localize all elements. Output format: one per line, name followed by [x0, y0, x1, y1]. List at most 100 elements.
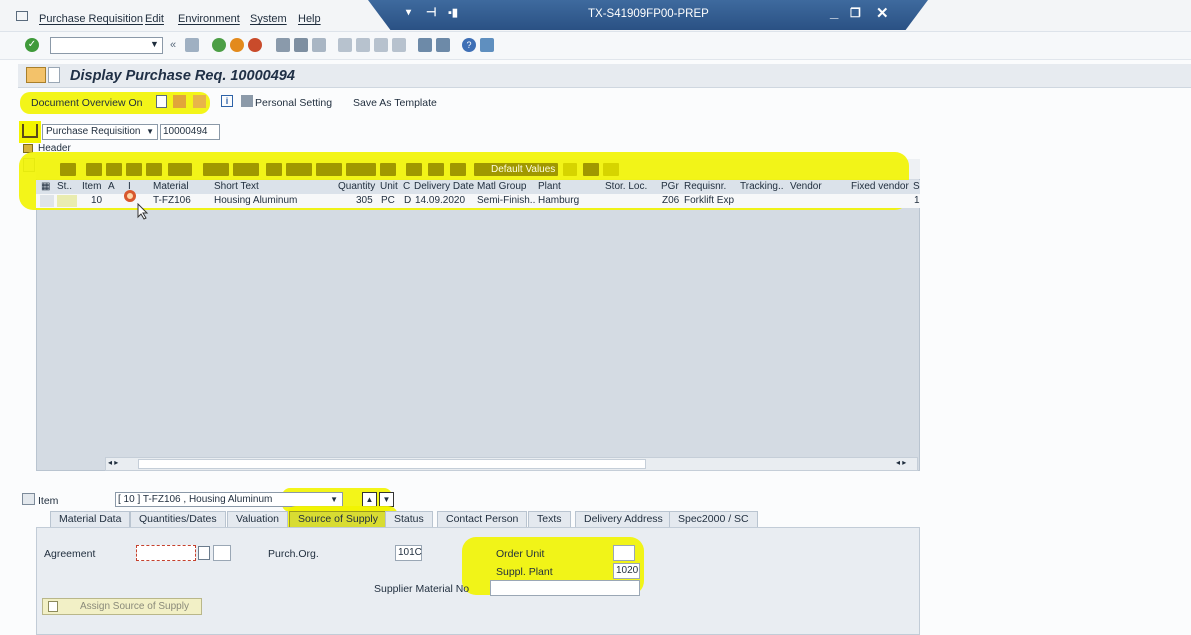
pin-icon[interactable]: ⊣ [426, 5, 436, 19]
close-icon[interactable]: ✕ [876, 4, 889, 22]
shortcut-icon[interactable] [436, 38, 450, 52]
personal-setting-button[interactable]: Personal Setting [255, 97, 332, 109]
minimize-icon[interactable]: _ [830, 4, 838, 21]
copy-icon[interactable] [406, 163, 422, 176]
dropdown-icon[interactable] [48, 67, 60, 83]
menu-edit[interactable]: Edit [145, 13, 164, 25]
menu-system[interactable]: System [250, 13, 287, 25]
col-pgr[interactable]: PGr [661, 181, 679, 192]
order-unit-field[interactable] [613, 545, 635, 561]
system-menu-icon[interactable] [16, 11, 28, 21]
find-next-icon[interactable] [312, 38, 326, 52]
tab-valuation[interactable]: Valuation [227, 511, 289, 528]
create-icon[interactable] [156, 95, 167, 108]
scrollbar-thumb[interactable] [138, 459, 646, 469]
supplier-material-field[interactable] [490, 580, 640, 596]
tab-spec2000[interactable]: Spec2000 / SC [669, 511, 758, 528]
previous-page-icon[interactable] [356, 38, 370, 52]
menu-purchase-requisition[interactable]: Purchase Requisition [39, 13, 143, 25]
document-number-field[interactable]: 10000494 [160, 124, 220, 140]
agreement-field[interactable] [136, 545, 196, 561]
col-delivery-date[interactable]: Delivery Date [414, 181, 474, 192]
view-icon[interactable] [286, 163, 312, 176]
tab-quantities-dates[interactable]: Quantities/Dates [130, 511, 226, 528]
next-page-icon[interactable] [374, 38, 388, 52]
tab-material-data[interactable]: Material Data [50, 511, 131, 528]
save-icon[interactable] [185, 38, 199, 52]
restore-icon[interactable]: ❐ [850, 6, 861, 20]
assign-source-button[interactable]: Assign Source of Supply [42, 598, 202, 615]
scroll-left-icon[interactable]: ◂ ▸ [108, 458, 118, 467]
print-grid-icon[interactable] [266, 163, 282, 176]
layout-icon[interactable] [346, 163, 376, 176]
print-icon[interactable] [276, 38, 290, 52]
item-select[interactable]: [ 10 ] T-FZ106 , Housing Aluminum ▼ [115, 492, 343, 507]
last-page-icon[interactable] [392, 38, 406, 52]
delete-row-icon[interactable] [450, 163, 466, 176]
tab-status[interactable]: Status [385, 511, 433, 528]
tab-source-of-supply[interactable]: Source of Supply [289, 511, 387, 528]
paste-icon[interactable] [428, 163, 444, 176]
select-all-icon[interactable]: ▦ [41, 181, 50, 192]
scroll-right-icon[interactable]: ◂ ▸ [896, 458, 906, 467]
new-session-icon[interactable] [418, 38, 432, 52]
tab-delivery-address[interactable]: Delivery Address [575, 511, 672, 528]
find-next-grid-icon[interactable] [146, 163, 162, 176]
col-quantity[interactable]: Quantity [338, 181, 375, 192]
col-material[interactable]: Material [153, 181, 189, 192]
col-vendor[interactable]: Vendor [790, 181, 822, 192]
menu-environment[interactable]: Environment [178, 13, 240, 25]
col-short-text[interactable]: Short Text [214, 181, 259, 192]
find-grid-icon[interactable] [126, 163, 142, 176]
next-item-button[interactable]: ▼ [379, 492, 394, 507]
document-type-select[interactable]: Purchase Requisition ▼ [42, 124, 158, 140]
row-selector[interactable] [40, 195, 54, 207]
col-s[interactable]: S [913, 181, 920, 192]
tab-contact-person[interactable]: Contact Person [437, 511, 528, 528]
info-grid-icon[interactable] [380, 163, 396, 176]
search-help-icon[interactable] [198, 546, 210, 560]
command-dropdown-icon[interactable]: ▼ [150, 39, 159, 49]
col-status[interactable]: St.. [57, 181, 72, 192]
back-icon[interactable] [212, 38, 226, 52]
col-matl-group[interactable]: Matl Group [477, 181, 526, 192]
sum-icon[interactable] [203, 163, 229, 176]
col-a[interactable]: A [108, 181, 115, 192]
col-plant[interactable]: Plant [538, 181, 561, 192]
collapse-icon[interactable]: « [170, 39, 176, 51]
more-icon[interactable] [563, 163, 577, 176]
expand-icon[interactable] [583, 163, 599, 176]
filter-icon[interactable] [168, 163, 192, 176]
exit-icon[interactable] [230, 38, 244, 52]
export-icon[interactable] [316, 163, 342, 176]
customize-layout-icon[interactable] [480, 38, 494, 52]
chevron-down-icon[interactable]: ▾ [406, 7, 411, 18]
col-requisnr[interactable]: Requisnr. [684, 181, 726, 192]
find-icon[interactable] [294, 38, 308, 52]
command-field[interactable] [50, 37, 163, 54]
col-unit[interactable]: Unit [380, 181, 398, 192]
col-c[interactable]: C [403, 181, 410, 192]
tab-texts[interactable]: Texts [528, 511, 571, 528]
item-expand-icon[interactable] [22, 493, 35, 505]
sort-down-icon[interactable] [106, 163, 122, 176]
previous-item-button[interactable]: ▲ [362, 492, 377, 507]
details-icon[interactable] [60, 163, 76, 176]
personal-setting-icon[interactable] [241, 95, 253, 107]
enter-icon[interactable]: ✓ [25, 38, 39, 52]
display-icon[interactable] [193, 95, 206, 108]
sort-up-icon[interactable] [86, 163, 102, 176]
info-icon[interactable]: i [221, 95, 233, 107]
col-item[interactable]: Item [82, 181, 101, 192]
collapse-grid-icon[interactable] [603, 163, 619, 176]
save-as-template-button[interactable]: Save As Template [353, 97, 437, 109]
col-tracking[interactable]: Tracking.. [740, 181, 784, 192]
help-icon[interactable]: ? [462, 38, 476, 52]
purch-org-field[interactable]: 101C [395, 545, 422, 561]
menu-help[interactable]: Help [298, 13, 321, 25]
cancel-icon[interactable] [248, 38, 262, 52]
agreement-item-field[interactable] [213, 545, 231, 561]
change-icon[interactable] [173, 95, 186, 108]
subtotal-icon[interactable] [233, 163, 259, 176]
menu-toggle-icon[interactable] [26, 67, 46, 83]
